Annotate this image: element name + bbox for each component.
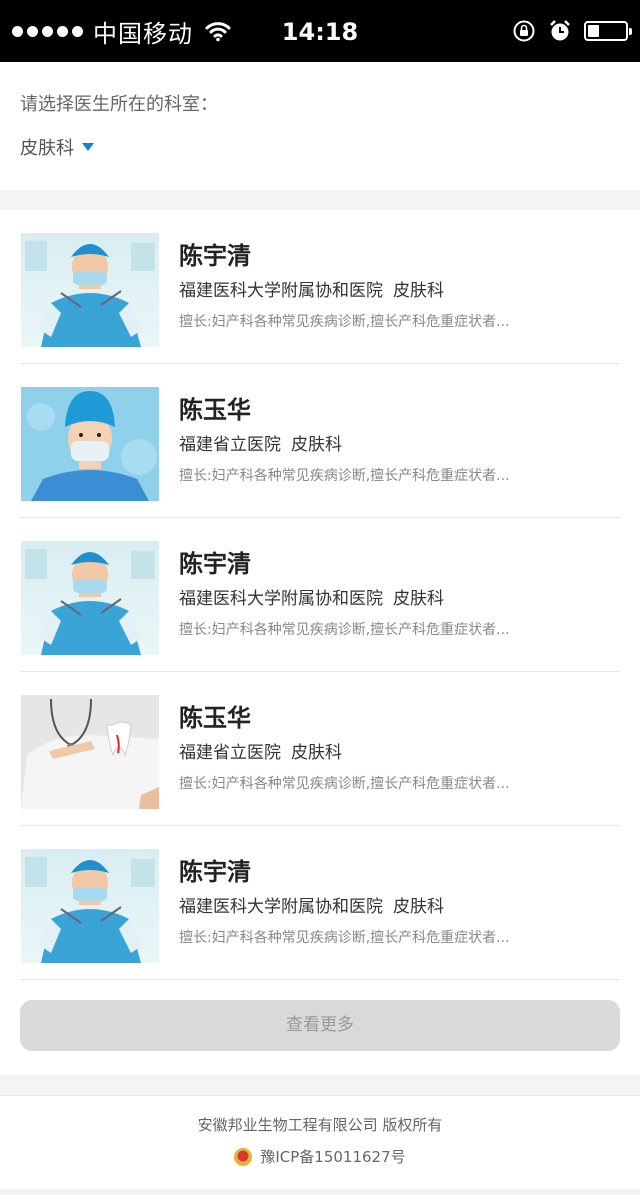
department-dropdown[interactable]: 皮肤科 xyxy=(20,134,94,160)
doctor-photo xyxy=(21,387,159,501)
doctor-department: 皮肤科 xyxy=(393,281,444,301)
caret-down-icon xyxy=(82,143,94,151)
footer: 安徽邦业生物工程有限公司 版权所有 豫ICP备15011627号 xyxy=(0,1095,640,1189)
doctor-photo xyxy=(21,695,159,809)
department-selected: 皮肤科 xyxy=(20,138,74,159)
doctor-specialty: 擅长:妇产科各种常见疾病诊断,擅长产科危重症状者... xyxy=(179,776,510,792)
doctor-item[interactable]: 陈宇清 福建医科大学附属协和医院 皮肤科 擅长:妇产科各种常见疾病诊断,擅长产科危… xyxy=(20,210,620,364)
doctor-specialty: 擅长:妇产科各种常见疾病诊断,擅长产科危重症状者... xyxy=(179,622,510,638)
doctor-photo xyxy=(21,233,159,347)
doctor-hospital: 福建医科大学附属协和医院 xyxy=(179,589,383,609)
alarm-icon xyxy=(550,20,570,41)
doctor-hospital: 福建省立医院 xyxy=(179,743,281,763)
rotation-lock-icon xyxy=(513,20,535,42)
department-panel: 请选择医生所在的科室： 皮肤科 xyxy=(0,62,640,190)
doctor-specialty: 擅长:妇产科各种常见疾病诊断,擅长产科危重症状者... xyxy=(179,468,510,484)
view-more-button[interactable]: 查看更多 xyxy=(20,1000,620,1051)
doctor-item[interactable]: 陈宇清 福建医科大学附属协和医院 皮肤科 擅长:妇产科各种常见疾病诊断,擅长产科危… xyxy=(20,518,620,672)
doctor-specialty: 擅长:妇产科各种常见疾病诊断,擅长产科危重症状者... xyxy=(179,314,510,330)
doctor-name: 陈宇清 xyxy=(179,550,251,578)
more-section: 查看更多 xyxy=(0,980,640,1075)
battery-icon xyxy=(584,21,632,41)
doctor-hospital: 福建医科大学附属协和医院 xyxy=(179,281,383,301)
doctor-photo xyxy=(21,541,159,655)
doctor-item[interactable]: 陈宇清 福建医科大学附属协和医院 皮肤科 擅长:妇产科各种常见疾病诊断,擅长产科危… xyxy=(20,826,620,980)
doctor-item[interactable]: 陈玉华 福建省立医院 皮肤科 擅长:妇产科各种常见疾病诊断,擅长产科危重症状者..… xyxy=(20,364,620,518)
status-bar: 中国移动 14:18 xyxy=(0,0,640,62)
doctor-photo xyxy=(21,849,159,963)
doctor-department: 皮肤科 xyxy=(393,897,444,917)
footer-copyright: 安徽邦业生物工程有限公司 版权所有 xyxy=(197,1116,443,1134)
doctor-department: 皮肤科 xyxy=(291,435,342,455)
doctor-hospital: 福建省立医院 xyxy=(179,435,281,455)
doctor-name: 陈宇清 xyxy=(179,242,251,270)
divider xyxy=(0,1075,640,1095)
doctor-department: 皮肤科 xyxy=(393,589,444,609)
footer-icp[interactable]: 豫ICP备15011627号 xyxy=(260,1146,405,1167)
department-prompt: 请选择医生所在的科室： xyxy=(20,94,218,115)
police-badge-icon xyxy=(234,1147,253,1166)
doctor-hospital: 福建医科大学附属协和医院 xyxy=(179,897,383,917)
doctor-item[interactable]: 陈玉华 福建省立医院 皮肤科 擅长:妇产科各种常见疾病诊断,擅长产科危重症状者..… xyxy=(20,672,620,826)
doctor-list: 陈宇清 福建医科大学附属协和医院 皮肤科 擅长:妇产科各种常见疾病诊断,擅长产科危… xyxy=(0,210,640,980)
doctor-specialty: 擅长:妇产科各种常见疾病诊断,擅长产科危重症状者... xyxy=(179,930,510,946)
doctor-department: 皮肤科 xyxy=(291,743,342,763)
doctor-name: 陈玉华 xyxy=(179,704,251,732)
doctor-name: 陈宇清 xyxy=(179,858,251,886)
doctor-name: 陈玉华 xyxy=(179,396,251,424)
